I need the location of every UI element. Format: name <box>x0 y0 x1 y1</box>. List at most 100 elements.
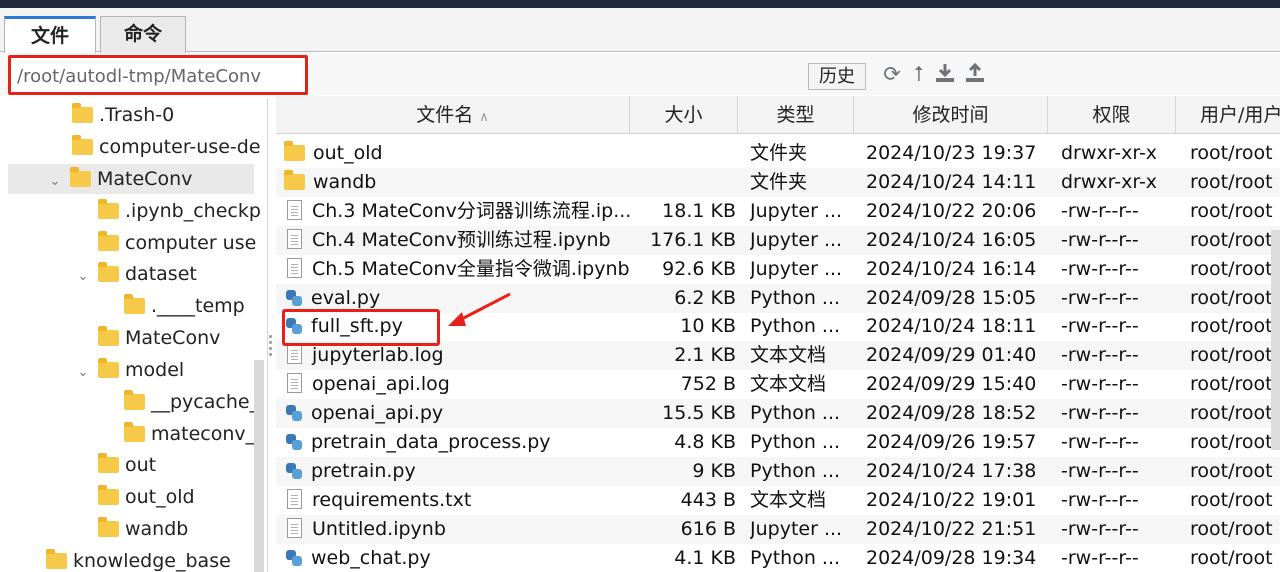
file-type: Python ... <box>750 402 841 425</box>
table-row[interactable]: wandb 文件夹 2024/10/24 14:11 drwxr-xr-x root/r… <box>276 167 1280 197</box>
path-toolbar: 历史 ⟳ ⭡ <box>0 53 1280 95</box>
table-row[interactable]: out_old 文件夹 2024/10/23 19:37 drwxr-xr-x root… <box>276 139 1280 168</box>
column-header-type[interactable]: 类型 <box>738 96 854 134</box>
file-modified: 2024/10/24 14:11 <box>866 170 1037 193</box>
file-permissions: drwxr-xr-x <box>1061 142 1158 164</box>
table-row[interactable]: pretrain_data_process.py 4.8 KB Python ...… <box>276 428 1280 457</box>
table-row[interactable]: openai_api.py 15.5 KB Python ... 2024/09/28… <box>276 399 1280 429</box>
sort-ascending-icon: ∧ <box>479 110 489 125</box>
path-input[interactable] <box>17 64 299 88</box>
highlight-arrow <box>448 292 511 326</box>
document-icon <box>287 373 302 394</box>
table-row[interactable]: Ch.5 MateConv全量指令微调.ipynb 92.6 KB Jupyter … <box>276 255 1280 284</box>
table-row[interactable]: Untitled.ipynb 616 B Jupyter ... 2024/10/22… <box>276 514 1280 544</box>
file-permissions: -rw-r--r-- <box>1061 344 1139 367</box>
file-owner: root/root <box>1190 286 1273 309</box>
folder-icon <box>72 135 93 155</box>
column-header-permissions[interactable]: 权限 <box>1048 96 1176 134</box>
file-type: Jupyter ... <box>750 199 843 222</box>
tree-item[interactable]: wandb <box>98 514 188 544</box>
up-directory-icon[interactable]: ⭡ <box>907 62 931 86</box>
folder-icon <box>46 549 67 569</box>
tree-item[interactable]: .ipynb_checkp <box>98 196 261 226</box>
table-header: 文件名 ∧ 大小 类型 修改时间 权限 用户/用户 <box>276 96 1280 134</box>
file-name: web_chat.py <box>284 544 636 572</box>
file-owner: root/root <box>1190 315 1273 338</box>
table-row[interactable]: pretrain.py 9 KB Python ... 2024/10/24 17:3… <box>276 456 1280 486</box>
table-scrollbar[interactable] <box>1271 230 1280 450</box>
pane-splitter[interactable] <box>268 332 274 359</box>
table-row[interactable]: requirements.txt 443 B 文本文档 2024/10/22 19:0… <box>276 486 1280 515</box>
tab-commands[interactable]: 命令 <box>100 16 186 53</box>
tree-item[interactable]: out <box>98 450 156 480</box>
file-modified: 2024/10/23 19:37 <box>866 142 1037 164</box>
file-owner: root/root <box>1190 402 1273 425</box>
download-icon[interactable] <box>933 62 957 86</box>
file-size: 18.1 KB <box>662 199 736 222</box>
file-size: 10 KB <box>680 315 736 338</box>
chevron-down-icon[interactable]: ⌄ <box>76 358 90 388</box>
table-row[interactable]: web_chat.py 4.1 KB Python ... 2024/09/28 19… <box>276 544 1280 572</box>
file-name: requirements.txt <box>284 486 636 515</box>
file-type: Python ... <box>750 431 841 453</box>
file-name: pretrain_data_process.py <box>284 428 636 457</box>
upload-icon[interactable] <box>963 62 987 86</box>
tree-item[interactable]: .____temp <box>124 291 245 321</box>
folder-icon <box>98 358 119 378</box>
tree-item[interactable]: out_old <box>98 482 195 512</box>
file-permissions: -rw-r--r-- <box>1061 517 1139 540</box>
file-owner: root/root <box>1190 546 1273 569</box>
tree-item[interactable]: computer-use-de <box>72 132 261 162</box>
tree-item[interactable]: __pycache_ <box>124 387 259 417</box>
column-header-size[interactable]: 大小 <box>630 96 738 134</box>
file-name: Ch.4 MateConv预训练过程.ipynb <box>284 226 636 255</box>
tree-item[interactable]: ⌄ model <box>76 355 184 385</box>
tree-item-label: MateConv <box>125 327 221 349</box>
file-name-label: pretrain.py <box>311 459 416 482</box>
column-header-user[interactable]: 用户/用户 <box>1176 96 1280 134</box>
folder-icon <box>98 199 119 219</box>
file-modified: 2024/10/22 19:01 <box>866 488 1037 511</box>
file-owner: root/root <box>1190 488 1273 511</box>
chevron-down-icon[interactable]: ⌄ <box>76 262 90 292</box>
column-header-modified[interactable]: 修改时间 <box>854 96 1048 134</box>
tree-item[interactable]: MateConv <box>98 323 220 353</box>
tree-item[interactable]: ⌄ dataset <box>76 259 197 289</box>
tree-item-label: out <box>125 454 157 476</box>
chevron-down-icon[interactable]: ⌄ <box>48 167 62 197</box>
file-modified: 2024/09/29 15:40 <box>866 373 1037 396</box>
tab-files[interactable]: 文件 <box>4 16 96 54</box>
sidebar-scrollbar[interactable] <box>254 360 264 572</box>
refresh-icon[interactable]: ⟳ <box>880 62 904 86</box>
file-name: Ch.5 MateConv全量指令微调.ipynb <box>284 255 636 284</box>
column-header-name[interactable]: 文件名 ∧ <box>276 96 630 134</box>
folder-icon <box>98 326 119 346</box>
tree-item[interactable]: knowledge_base <box>46 546 231 572</box>
file-name-label: wandb <box>313 170 377 193</box>
table-row[interactable]: Ch.3 MateConv分词器训练流程.ip... 18.1 KB Jupyter… <box>276 197 1280 226</box>
tree-item-label: .ipynb_checkp <box>125 200 261 222</box>
file-size: 4.8 KB <box>674 431 736 453</box>
folder-icon <box>70 167 91 187</box>
table-row[interactable]: openai_api.log 752 B 文本文档 2024/09/29 15:40 -… <box>276 370 1280 399</box>
history-button[interactable]: 历史 <box>808 63 866 90</box>
tree-item-label: computer-use-de <box>99 136 261 158</box>
file-type: 文件夹 <box>750 170 808 193</box>
file-permissions: -rw-r--r-- <box>1061 402 1139 425</box>
file-name-label: eval.py <box>311 286 381 309</box>
python-file-icon <box>285 549 303 567</box>
tree-item[interactable]: mateconv_ <box>124 419 255 449</box>
file-name-label: requirements.txt <box>312 488 472 511</box>
file-modified: 2024/09/28 18:52 <box>866 402 1037 425</box>
table-row[interactable]: Ch.4 MateConv预训练过程.ipynb 176.1 KB Jupyter … <box>276 225 1280 255</box>
tree-item-selected[interactable]: ⌄ MateConv <box>8 164 254 194</box>
file-name: openai_api.py <box>284 399 636 428</box>
tree-item[interactable]: computer use <box>98 228 256 258</box>
file-modified: 2024/10/24 17:38 <box>866 459 1037 482</box>
file-name-label: jupyterlab.log <box>312 344 444 367</box>
folder-icon <box>98 453 119 473</box>
file-size: 9 KB <box>692 459 736 482</box>
tree-item[interactable]: .Trash-0 <box>72 100 174 130</box>
file-owner: root/root <box>1190 344 1273 367</box>
tree-item-label: knowledge_base <box>73 550 231 572</box>
